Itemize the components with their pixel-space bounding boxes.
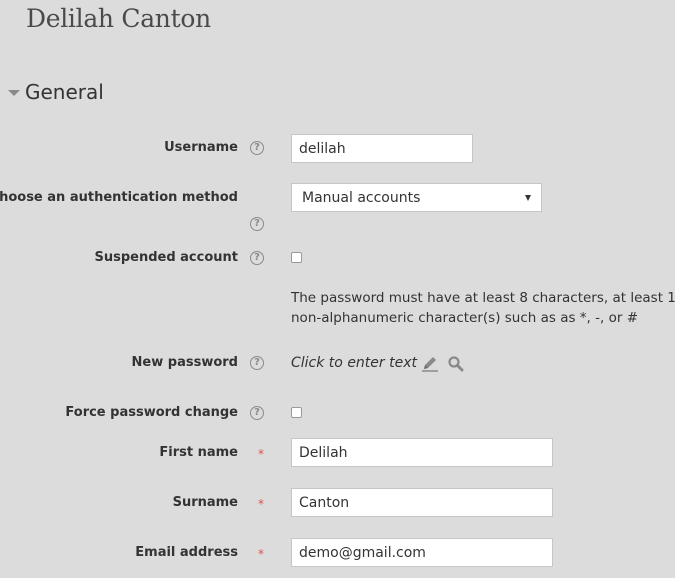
password-policy-line-1: The password must have at least 8 charac… [291, 290, 675, 306]
magnifier-icon[interactable] [447, 355, 464, 372]
pencil-icon[interactable] [421, 354, 439, 372]
email-label: Email address [135, 545, 238, 560]
required-icon: * [258, 447, 264, 461]
surname-label: Surname [172, 495, 238, 510]
first-name-input[interactable]: Delilah [291, 438, 553, 467]
required-icon: * [258, 497, 264, 511]
password-policy-note: The password must have at least 8 charac… [291, 288, 675, 328]
force-password-change-checkbox[interactable] [291, 407, 302, 418]
new-password-label: New password [131, 355, 238, 370]
new-password-editable[interactable]: Click to enter text [291, 353, 464, 373]
auth-method-select[interactable]: Manual accounts [291, 183, 542, 212]
section-general-toggle[interactable]: General [8, 79, 104, 105]
question-circle-icon[interactable]: ? [250, 141, 264, 155]
auth-method-value: Manual accounts [302, 189, 421, 206]
auth-method-label: Choose an authentication method [0, 190, 238, 205]
password-policy-line-2: non-alphanumeric character(s) such as as… [291, 310, 639, 326]
surname-input[interactable]: Canton [291, 488, 553, 517]
caret-down-icon[interactable] [8, 90, 20, 96]
section-title: General [25, 80, 104, 104]
question-circle-icon[interactable]: ? [250, 406, 264, 420]
suspended-checkbox[interactable] [291, 252, 302, 263]
first-name-label: First name [159, 445, 238, 460]
question-circle-icon[interactable]: ? [250, 217, 264, 231]
suspended-label: Suspended account [94, 250, 238, 265]
page-title: Delilah Canton [26, 4, 211, 33]
force-password-change-label: Force password change [65, 405, 238, 420]
username-input[interactable]: delilah [291, 134, 473, 163]
question-circle-icon[interactable]: ? [250, 356, 264, 370]
email-input[interactable]: demo@gmail.com [291, 538, 553, 567]
username-label: Username [164, 140, 238, 155]
new-password-placeholder[interactable]: Click to enter text [291, 353, 417, 373]
required-icon: * [258, 547, 264, 561]
question-circle-icon[interactable]: ? [250, 251, 264, 265]
chevron-down-icon [525, 194, 531, 201]
